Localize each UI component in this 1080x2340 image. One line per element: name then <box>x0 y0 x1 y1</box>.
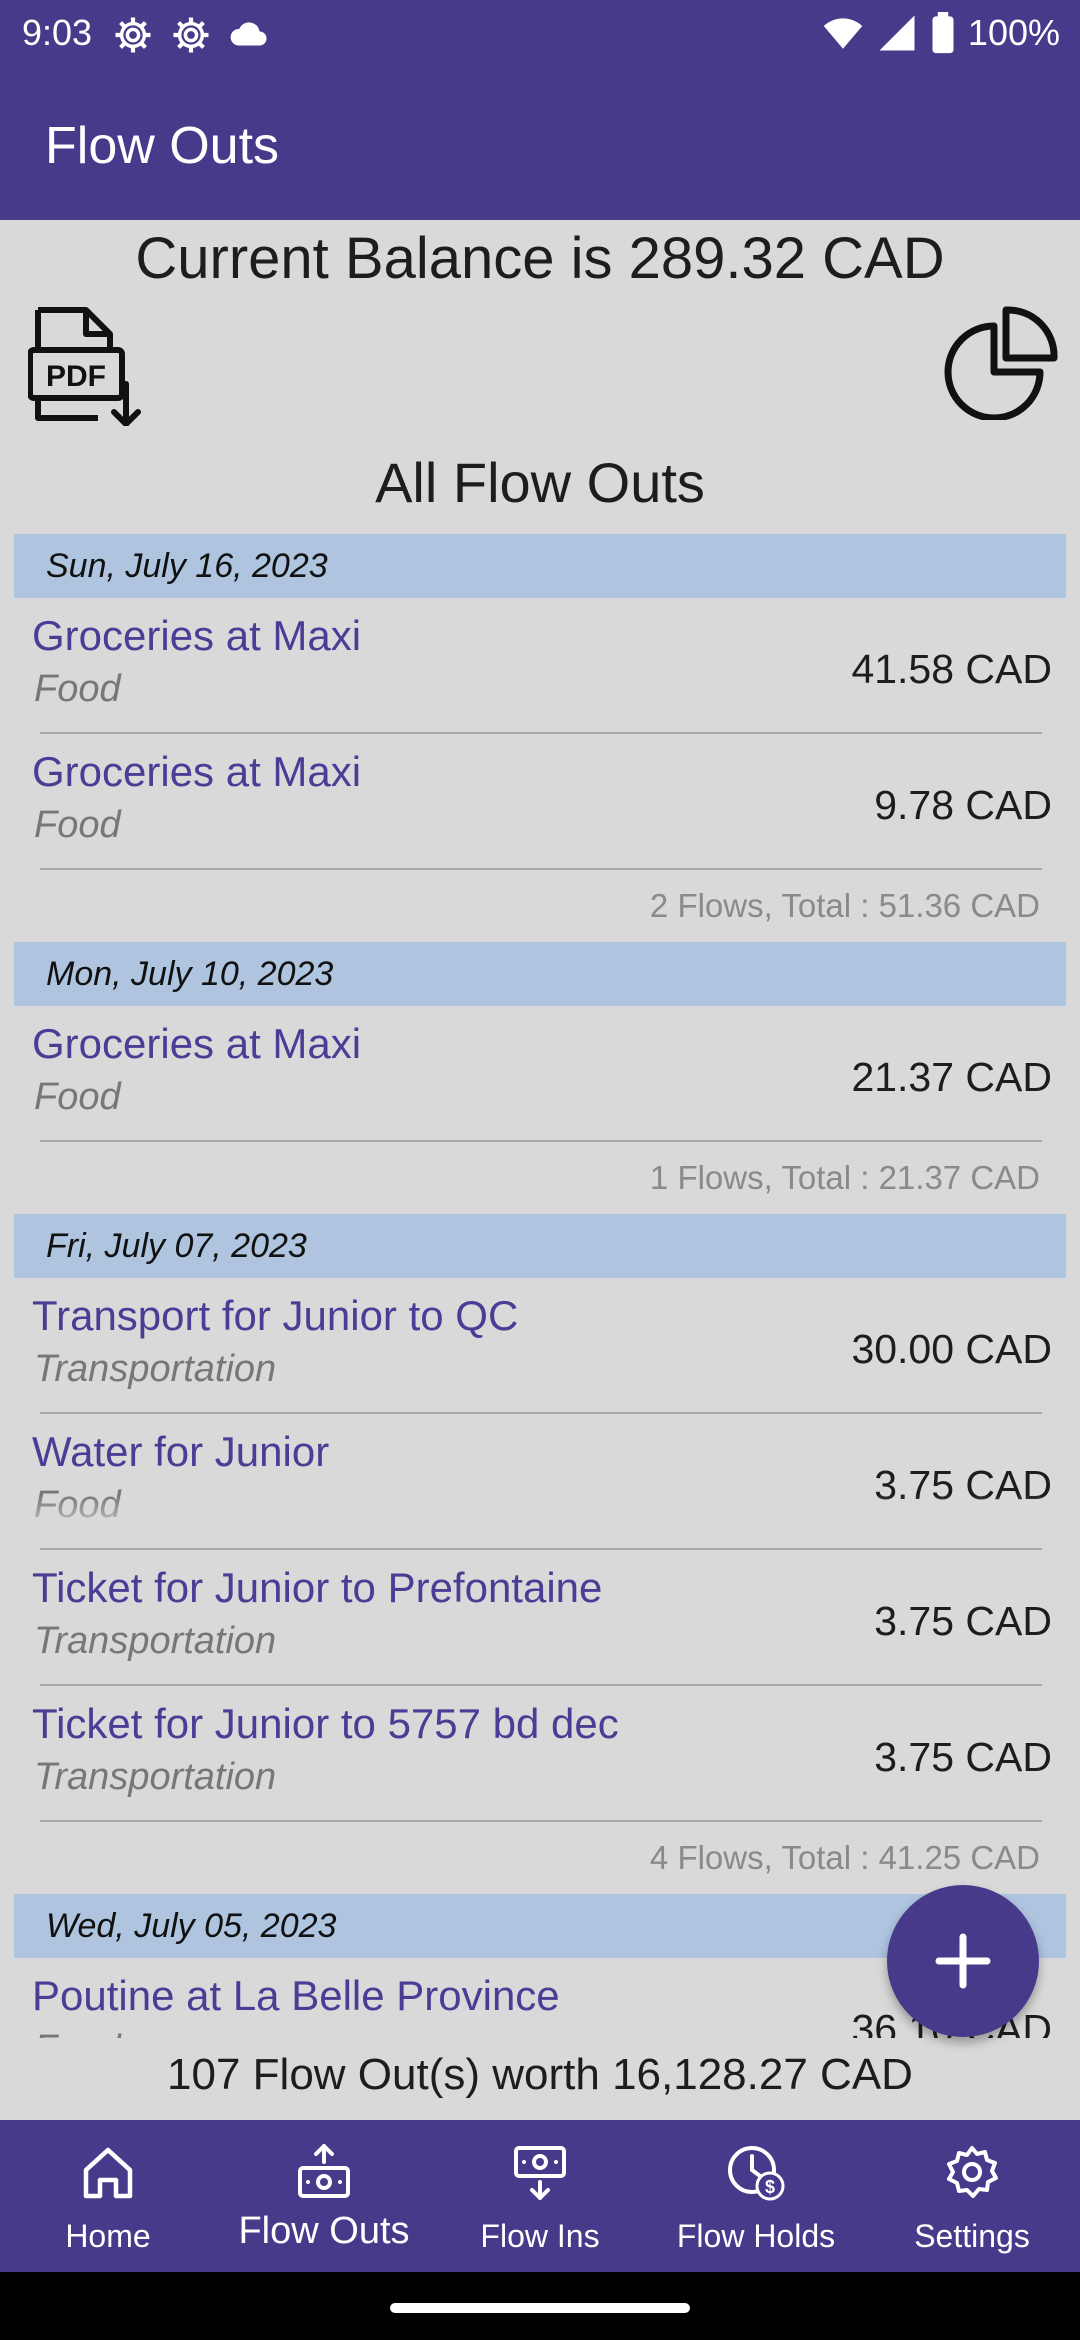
app-bar: Flow Outs <box>0 66 1080 220</box>
nav-item-settings[interactable]: Settings <box>864 2120 1080 2272</box>
group-summary: 4 Flows, Total : 41.25 CAD <box>649 1839 1040 1876</box>
page-title: Flow Outs <box>45 117 280 175</box>
svg-text:$: $ <box>765 2177 775 2197</box>
list-item[interactable]: Transport for Junior to QC Transportatio… <box>14 1278 1066 1414</box>
flow-category: Transportation <box>34 1348 277 1390</box>
pie-chart-button[interactable] <box>942 300 1062 422</box>
home-icon <box>83 2147 133 2199</box>
flow-list[interactable]: Sun, July 16, 2023 Groceries at Maxi Foo… <box>0 534 1080 2038</box>
flow-title: Ticket for Junior to Prefontaine <box>32 1564 603 1611</box>
svg-text:PDF: PDF <box>46 360 106 393</box>
flow-category: Transportation <box>34 1756 277 1798</box>
flow-amount: 3.75 CAD <box>874 1734 1052 1780</box>
flow-in-icon <box>514 2146 566 2200</box>
date-header: Sun, July 16, 2023 <box>14 534 1066 598</box>
list-item[interactable]: Groceries at Maxi Food 41.58 CAD <box>14 598 1066 734</box>
divider <box>40 868 1042 870</box>
list-item[interactable]: Ticket for Junior to 5757 bd dec Transpo… <box>14 1686 1066 1822</box>
flow-title: Water for Junior <box>32 1428 330 1475</box>
status-time: 9:03 <box>22 12 93 53</box>
add-flow-out-button[interactable] <box>887 1885 1039 2037</box>
nav-label: Flow Outs <box>238 2210 410 2252</box>
settings-gear-icon <box>173 17 209 53</box>
cloud-icon <box>230 22 267 46</box>
status-icons-right: 100% <box>822 12 1060 54</box>
signal-icon <box>879 15 915 51</box>
wifi-icon <box>823 18 863 49</box>
nav-label: Flow Ins <box>480 2218 600 2254</box>
group-summary: 1 Flows, Total : 21.37 CAD <box>649 1159 1040 1196</box>
flow-outs-total: 107 Flow Out(s) worth 16,128.27 CAD <box>167 2050 913 2099</box>
flow-title: Poutine at La Belle Province <box>32 1972 560 2019</box>
flow-amount: 3.75 CAD <box>874 1598 1052 1644</box>
plus-icon <box>935 1933 991 1989</box>
flow-amount: 9.78 CAD <box>874 782 1052 828</box>
pie-chart-icon <box>944 306 1058 422</box>
divider <box>40 1140 1042 1142</box>
nav-item-home[interactable]: Home <box>0 2120 216 2272</box>
nav-item-flow-holds[interactable]: $ Flow Holds <box>648 2120 864 2272</box>
flow-hold-icon: $ <box>728 2146 785 2201</box>
nav-label: Home <box>65 2218 151 2254</box>
group-summary: 2 Flows, Total : 51.36 CAD <box>649 887 1040 924</box>
date-header: Mon, July 10, 2023 <box>14 942 1066 1006</box>
battery-icon <box>932 12 954 54</box>
flow-title: Groceries at Maxi <box>32 1020 362 1067</box>
date-header: Fri, July 07, 2023 <box>14 1214 1066 1278</box>
nav-item-flow-ins[interactable]: Flow Ins <box>432 2120 648 2272</box>
status-bar: 9:03 100% <box>0 0 1080 66</box>
flow-category: Food <box>34 1076 121 1118</box>
pdf-download-icon: PDF <box>27 307 141 427</box>
list-item[interactable]: Ticket for Junior to Prefontaine Transpo… <box>14 1550 1066 1686</box>
flow-title: Groceries at Maxi <box>32 748 362 795</box>
flow-title: Groceries at Maxi <box>32 612 362 659</box>
flow-title: Transport for Junior to QC <box>32 1292 519 1339</box>
flow-category: Transportation <box>34 1620 277 1662</box>
nav-label: Settings <box>914 2218 1030 2254</box>
status-icons-left <box>112 14 270 56</box>
list-item[interactable]: Groceries at Maxi Food 9.78 CAD <box>14 734 1066 870</box>
divider <box>40 1820 1042 1822</box>
flow-amount: 30.00 CAD <box>851 1326 1052 1372</box>
flow-amount: 21.37 CAD <box>851 1054 1052 1100</box>
home-gesture-handle[interactable] <box>390 2303 690 2313</box>
flow-category: Food <box>34 668 121 710</box>
flow-category: Food <box>34 804 121 846</box>
export-pdf-button[interactable]: PDF <box>27 306 148 427</box>
flow-title: Ticket for Junior to 5757 bd dec <box>32 1700 619 1747</box>
battery-percent: 100% <box>967 12 1060 53</box>
current-balance: Current Balance is 289.32 CAD <box>135 226 945 291</box>
section-title: All Flow Outs <box>375 451 705 514</box>
list-item[interactable]: Groceries at Maxi Food 21.37 CAD <box>14 1006 1066 1142</box>
settings-icon <box>947 2146 998 2198</box>
flow-amount: 41.58 CAD <box>851 646 1052 692</box>
nav-label: Flow Holds <box>676 2218 836 2254</box>
flow-out-icon <box>298 2144 350 2198</box>
flow-category: Food <box>34 2028 121 2038</box>
nav-item-flow-outs[interactable]: Flow Outs <box>216 2120 432 2272</box>
settings-gear-icon <box>115 17 151 53</box>
system-nav-bar <box>0 2272 1080 2340</box>
list-fade <box>0 1495 1080 1535</box>
bottom-nav: Home Flow Outs Flow Ins $ Flow Holds Set… <box>0 2120 1080 2272</box>
